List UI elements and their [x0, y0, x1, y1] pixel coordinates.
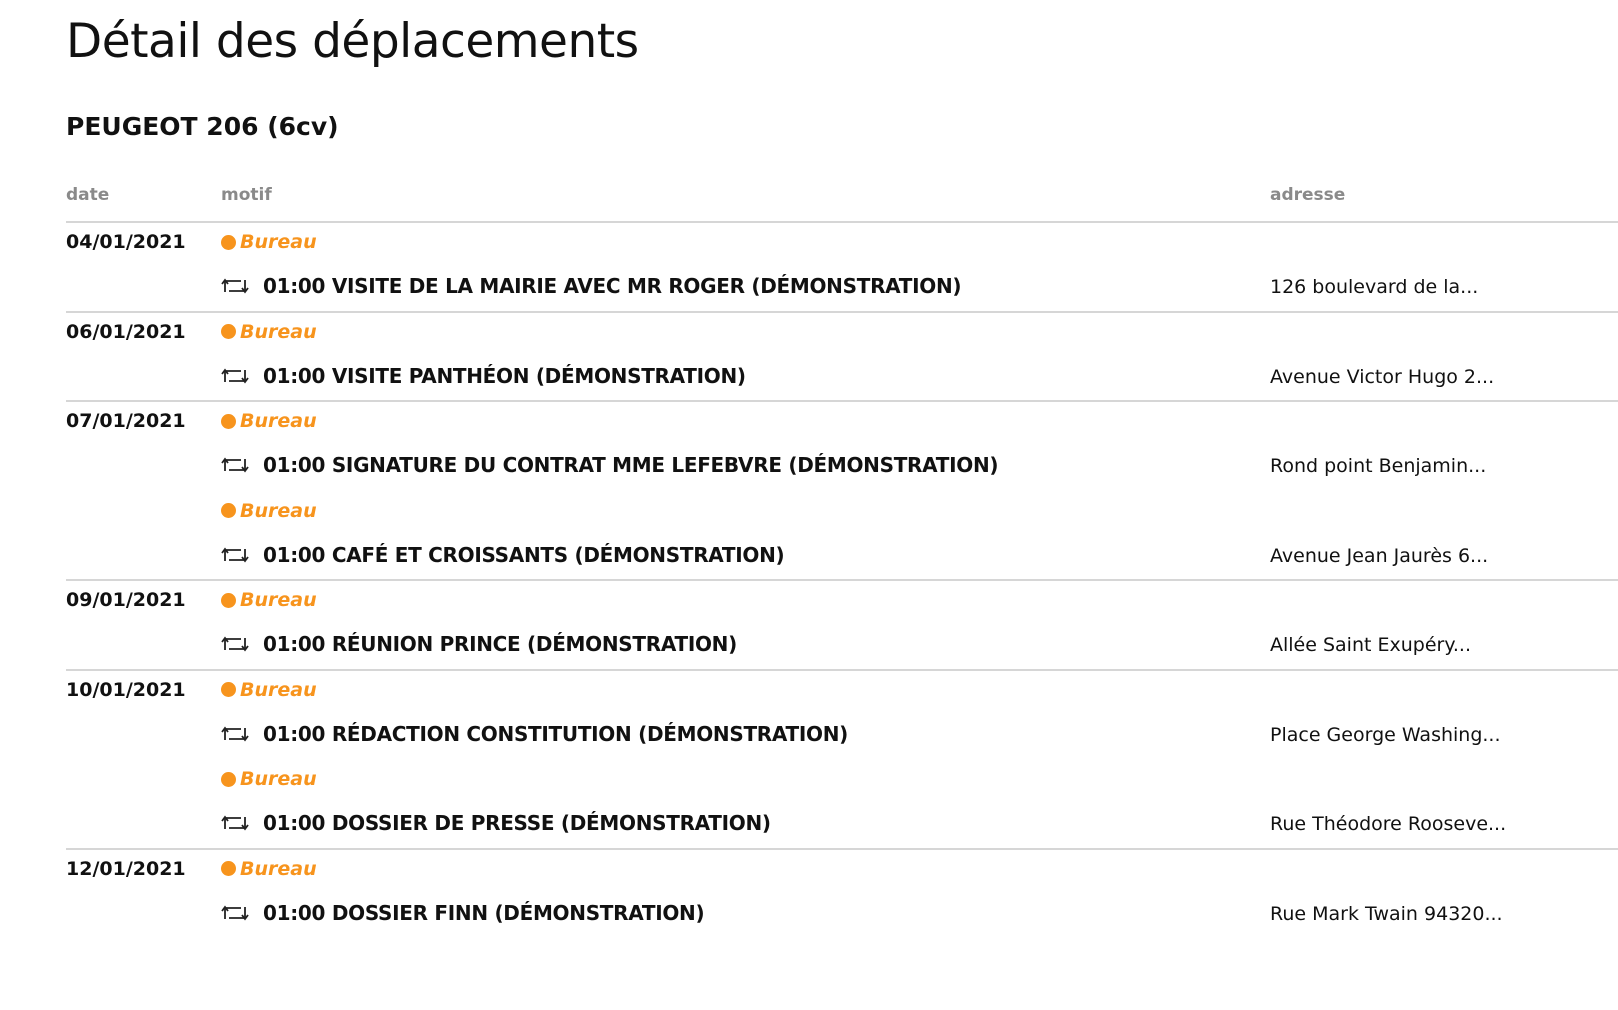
trip-row[interactable]: Bureau 01:00 RÉUNION PRINCE (DÉMONSTRATI…: [66, 581, 1618, 671]
trip-description: 01:00 SIGNATURE DU CONTRAT MME LEFEBVRE …: [221, 453, 999, 477]
day-group: 09/01/2021 Bureau 01:00 RÉUNION PRINCE (…: [66, 581, 1618, 671]
orange-dot-icon: [221, 771, 236, 787]
column-header-date[interactable]: date: [66, 185, 109, 205]
orange-dot-icon: [221, 234, 236, 250]
trip-category: Bureau: [221, 321, 317, 343]
table-body: 04/01/2021 Bureau 01:00 VISITE DE LA MAI…: [66, 223, 1618, 939]
trip-text: 01:00 DOSSIER FINN (DÉMONSTRATION): [263, 900, 705, 925]
trip-row[interactable]: Bureau 01:00 DOSSIER DE PRESSE (DÉMONSTR…: [66, 760, 1618, 850]
repeat-icon: [221, 368, 249, 383]
orange-dot-icon: [221, 682, 236, 697]
trip-address: Place George Washing...: [1270, 723, 1501, 746]
trip-row[interactable]: Bureau 01:00 CAFÉ ET CROISSANTS (DÉMONST…: [66, 492, 1618, 582]
trip-text: 01:00 RÉUNION PRINCE (DÉMONSTRATION): [263, 632, 737, 656]
trip-row[interactable]: Bureau 01:00 SIGNATURE DU CONTRAT MME LE…: [66, 402, 1618, 492]
repeat-icon: [221, 905, 249, 920]
trip-category: Bureau: [221, 589, 317, 611]
repeat-icon: [221, 457, 249, 473]
day-group: 12/01/2021 Bureau 01:00 DOSSIER FINN (DÉ…: [66, 850, 1618, 940]
trip-row[interactable]: Bureau 01:00 DOSSIER FINN (DÉMONSTRATION…: [66, 850, 1618, 940]
orange-dot-icon: [221, 413, 236, 429]
trip-text: 01:00 CAFÉ ET CROISSANTS (DÉMONSTRATION): [263, 542, 785, 567]
trip-description: 01:00 RÉUNION PRINCE (DÉMONSTRATION): [221, 632, 737, 656]
day-group: 06/01/2021 Bureau 01:00 VISITE PANTHÉON …: [66, 313, 1618, 403]
trip-category: Bureau: [221, 231, 317, 253]
trip-address: Avenue Jean Jaurès 6...: [1270, 544, 1489, 567]
trips-table: date motif adresse 04/01/2021 Bureau 01:…: [66, 176, 1618, 939]
orange-dot-icon: [221, 861, 236, 876]
trip-description: 01:00 DOSSIER DE PRESSE (DÉMONSTRATION): [221, 811, 771, 835]
category-label: Bureau: [240, 589, 317, 611]
trip-text: 01:00 DOSSIER DE PRESSE (DÉMONSTRATION): [263, 811, 771, 835]
trip-address: Rue Théodore Rooseve...: [1270, 813, 1507, 835]
day-group: 07/01/2021 Bureau 01:00 SIGNATURE DU CON…: [66, 402, 1618, 581]
trip-category: Bureau: [221, 858, 317, 880]
category-label: Bureau: [240, 768, 317, 790]
table-header-row: date motif adresse: [66, 176, 1618, 223]
category-label: Bureau: [240, 231, 317, 253]
repeat-icon: [221, 636, 249, 652]
trip-address: Avenue Victor Hugo 2...: [1270, 365, 1495, 388]
category-label: Bureau: [240, 499, 317, 522]
trip-category: Bureau: [221, 500, 317, 522]
trip-text: 01:00 VISITE PANTHÉON (DÉMONSTRATION): [263, 363, 746, 388]
trip-text: 01:00 SIGNATURE DU CONTRAT MME LEFEBVRE …: [263, 453, 999, 477]
column-header-adresse[interactable]: adresse: [1270, 185, 1345, 205]
trip-address: Rond point Benjamin...: [1270, 455, 1487, 477]
orange-dot-icon: [221, 592, 236, 608]
column-header-motif[interactable]: motif: [221, 185, 272, 205]
repeat-icon: [221, 278, 249, 294]
orange-dot-icon: [221, 503, 236, 518]
day-group: 04/01/2021 Bureau 01:00 VISITE DE LA MAI…: [66, 223, 1618, 313]
category-label: Bureau: [240, 678, 317, 701]
trip-description: 01:00 RÉDACTION CONSTITUTION (DÉMONSTRAT…: [221, 722, 848, 746]
trip-description: 01:00 CAFÉ ET CROISSANTS (DÉMONSTRATION): [221, 542, 785, 567]
trip-row[interactable]: Bureau 01:00 VISITE PANTHÉON (DÉMONSTRAT…: [66, 313, 1618, 403]
trip-text: 01:00 VISITE DE LA MAIRIE AVEC MR ROGER …: [263, 274, 962, 298]
category-label: Bureau: [240, 320, 317, 343]
trip-text: 01:00 RÉDACTION CONSTITUTION (DÉMONSTRAT…: [263, 721, 848, 746]
trip-description: 01:00 VISITE PANTHÉON (DÉMONSTRATION): [221, 364, 746, 388]
trip-description: 01:00 DOSSIER FINN (DÉMONSTRATION): [221, 900, 705, 925]
category-label: Bureau: [240, 410, 317, 432]
trip-address: Allée Saint Exupéry...: [1270, 634, 1471, 656]
trip-category: Bureau: [221, 410, 317, 432]
orange-dot-icon: [221, 324, 236, 339]
repeat-icon: [221, 726, 249, 741]
trip-category: Bureau: [221, 768, 317, 790]
page-title: Détail des déplacements: [66, 14, 639, 69]
vehicle-title: PEUGEOT 206 (6cv): [66, 112, 339, 141]
trip-address: Rue Mark Twain 94320...: [1270, 902, 1503, 925]
trip-row[interactable]: Bureau 01:00 RÉDACTION CONSTITUTION (DÉM…: [66, 671, 1618, 761]
repeat-icon: [221, 547, 249, 562]
trip-row[interactable]: Bureau 01:00 VISITE DE LA MAIRIE AVEC MR…: [66, 223, 1618, 313]
repeat-icon: [221, 815, 249, 831]
category-label: Bureau: [240, 857, 317, 880]
trip-description: 01:00 VISITE DE LA MAIRIE AVEC MR ROGER …: [221, 274, 962, 298]
trip-address: 126 boulevard de la...: [1270, 276, 1479, 298]
trip-category: Bureau: [221, 679, 317, 701]
day-group: 10/01/2021 Bureau 01:00 RÉDACTION CONSTI…: [66, 671, 1618, 850]
